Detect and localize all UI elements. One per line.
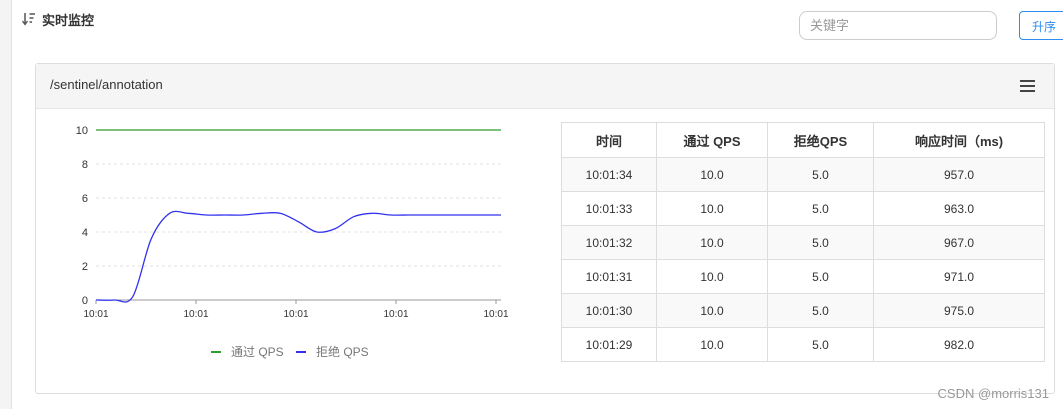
sort-ascending-button[interactable]: 升序 — [1019, 11, 1063, 40]
page-title: 实时监控 — [42, 13, 95, 28]
cell-pass-qps: 10.0 — [656, 225, 768, 260]
column-header-block-qps: 拒绝QPS — [767, 122, 874, 158]
cell-block-qps: 5.0 — [767, 157, 874, 192]
watermark: CSDN @morris131 — [937, 386, 1049, 401]
y-tick-label: 6 — [82, 193, 88, 205]
cell-response-time: 957.0 — [873, 157, 1045, 192]
metrics-table: 时间 通过 QPS 拒绝QPS 响应时间（ms) 10:01:34 10.0 5… — [561, 122, 1045, 362]
cell-pass-qps: 10.0 — [656, 191, 768, 226]
cell-pass-qps: 10.0 — [656, 157, 768, 192]
cell-response-time: 963.0 — [873, 191, 1045, 226]
card-header: /sentinel/annotation — [36, 64, 1054, 109]
legend-label-block-qps: 拒绝 QPS — [316, 344, 369, 359]
cell-time: 10:01:30 — [561, 293, 657, 328]
table-row: 10:01:31 10.0 5.0 971.0 — [561, 259, 1045, 294]
y-tick-label: 2 — [82, 261, 88, 273]
cell-time: 10:01:29 — [561, 327, 657, 362]
column-header-response-time: 响应时间（ms) — [873, 122, 1045, 158]
table-header-row: 时间 通过 QPS 拒绝QPS 响应时间（ms) — [561, 122, 1045, 158]
x-tick-label: 10:01 — [183, 309, 208, 320]
cell-time: 10:01:32 — [561, 225, 657, 260]
qps-line-chart: 0 2 4 6 8 10 10:01 10:01 10:01 10:01 10:01 通过 QPS 拒绝… — [76, 125, 509, 359]
cell-pass-qps: 10.0 — [656, 259, 768, 294]
cell-block-qps: 5.0 — [767, 225, 874, 260]
legend-label-pass-qps: 通过 QPS — [231, 345, 284, 359]
cell-block-qps: 5.0 — [767, 327, 874, 362]
search-input[interactable] — [799, 11, 997, 40]
series-line-block-qps — [95, 210, 501, 303]
x-tick-label: 10:01 — [83, 309, 108, 320]
cell-response-time: 967.0 — [873, 225, 1045, 260]
y-tick-label: 4 — [82, 227, 88, 239]
table-row: 10:01:30 10.0 5.0 975.0 — [561, 293, 1045, 328]
y-tick-label: 8 — [82, 159, 88, 171]
cell-response-time: 975.0 — [873, 293, 1045, 328]
cell-time: 10:01:31 — [561, 259, 657, 294]
cell-block-qps: 5.0 — [767, 293, 874, 328]
table-row: 10:01:29 10.0 5.0 982.0 — [561, 327, 1045, 362]
y-tick-label: 0 — [82, 295, 88, 307]
column-header-pass-qps: 通过 QPS — [656, 122, 768, 158]
x-tick-label: 10:01 — [383, 309, 408, 320]
cell-time: 10:01:33 — [561, 191, 657, 226]
cell-pass-qps: 10.0 — [656, 327, 768, 362]
resource-title: /sentinel/annotation — [50, 77, 163, 92]
cell-response-time: 982.0 — [873, 327, 1045, 362]
cell-response-time: 971.0 — [873, 259, 1045, 294]
cell-block-qps: 5.0 — [767, 259, 874, 294]
table-row: 10:01:34 10.0 5.0 957.0 — [561, 157, 1045, 192]
column-header-time: 时间 — [561, 122, 657, 158]
table-row: 10:01:33 10.0 5.0 963.0 — [561, 191, 1045, 226]
y-tick-label: 10 — [76, 125, 88, 137]
cell-pass-qps: 10.0 — [656, 293, 768, 328]
menu-icon[interactable] — [1020, 80, 1035, 92]
sort-order-icon — [22, 13, 35, 26]
table-row: 10:01:32 10.0 5.0 967.0 — [561, 225, 1045, 260]
x-tick-label: 10:01 — [483, 309, 508, 320]
cell-time: 10:01:34 — [561, 157, 657, 192]
x-tick-label: 10:01 — [283, 309, 308, 320]
cell-block-qps: 5.0 — [767, 191, 874, 226]
